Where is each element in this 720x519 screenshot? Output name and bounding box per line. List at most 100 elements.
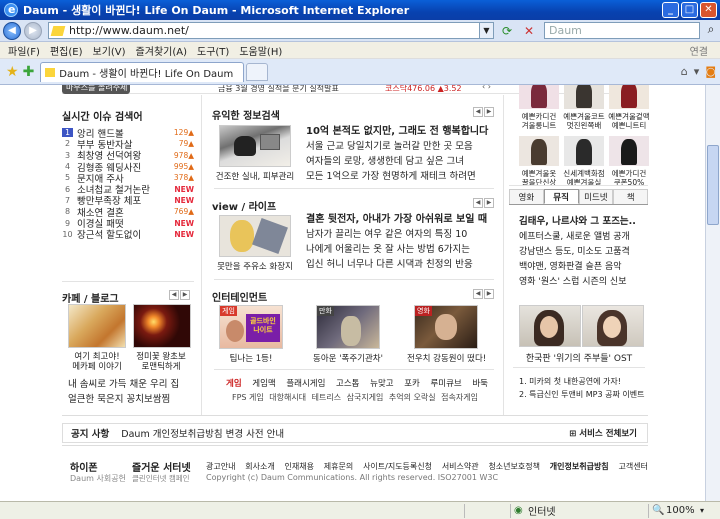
cafe-thumb-candles[interactable] (133, 304, 191, 348)
ent-link[interactable]: 고스톱 (336, 377, 359, 389)
tab-book[interactable]: 책 (613, 189, 648, 204)
footer-link[interactable]: 사이트/지도등록신청 (363, 461, 432, 472)
shop-thumb[interactable] (609, 136, 649, 166)
info-item-1[interactable]: 서울 근교 당일치기로 놀러갈 만한 곳 모음 (306, 139, 492, 154)
cafe-next-button[interactable]: ▶ (180, 290, 190, 300)
ent-thumb-game[interactable]: 게임 골드바인 나이트 (219, 305, 283, 349)
view-caption[interactable]: 못만을 주유소 화장지 (214, 260, 296, 272)
rss-icon[interactable]: ◙ (705, 65, 716, 78)
home-icon[interactable]: ⌂ (681, 65, 688, 78)
cafe-caption-2b[interactable]: 로맨틱하게 (128, 360, 194, 372)
view-thumb[interactable] (219, 215, 291, 257)
close-button[interactable]: ✕ (700, 2, 717, 18)
zoom-dropdown-icon[interactable]: ▾ (700, 506, 704, 515)
shop-caption[interactable]: 꿀을단신상 (516, 177, 562, 188)
view-next-button[interactable]: ▶ (484, 198, 494, 208)
menu-file[interactable]: 파일(F) (8, 43, 40, 58)
tab-daum[interactable]: Daum - 생활이 바뀐다! Life On Daum (40, 61, 245, 82)
ent-sub-link[interactable]: 삼국지게임 (347, 392, 384, 403)
menu-view[interactable]: 보기(V) (93, 43, 126, 58)
cafe-caption-1b[interactable]: 메카페 이야기 (64, 360, 130, 372)
tab-movie[interactable]: 영화 (509, 189, 544, 204)
music-list-2[interactable]: 2. 특급신인 투앤비 MP3 공짜 이벤트 (519, 388, 644, 401)
info-item-3[interactable]: 모든 1억으로 가장 현명하게 재테크 하려면 (306, 169, 492, 184)
ost-caption[interactable]: 한국판 '위기의 주부들' OST (512, 351, 646, 364)
shop-caption[interactable]: 예쁜니트티 (606, 120, 652, 131)
menu-edit[interactable]: 편집(E) (50, 43, 83, 58)
footer-link[interactable]: 인재채용 (285, 461, 314, 472)
music-headline[interactable]: 김태우, 나르샤와 그 포즈는.. (519, 213, 647, 227)
ent-link[interactable]: 게임 (226, 377, 242, 389)
ent-link[interactable]: 게임맥 (252, 377, 275, 389)
zoom-level[interactable]: 100% (666, 505, 695, 516)
cafe-text-2[interactable]: 얼큰한 묵은지 꽁치보쌈찜 (68, 392, 170, 407)
shop-caption[interactable]: 쿠폰50% (606, 177, 652, 188)
menu-help[interactable]: 도움말(H) (239, 43, 282, 58)
footer-brand-2[interactable]: 즐거운 서터넷 (132, 459, 191, 474)
info-thumb[interactable] (219, 125, 291, 167)
music-line-2[interactable]: 강남댄스 등도, 미소도 고품격 (519, 245, 647, 260)
ticker-arrows-icon[interactable]: ‹ › (482, 85, 491, 91)
home-dropdown-icon[interactable]: ▾ (694, 65, 700, 78)
hover-button[interactable]: 마우스를 올려주세요 (62, 85, 130, 104)
music-line-4[interactable]: 영화 '원스' 스럽 시즌의 신보 (519, 275, 647, 290)
info-item-2[interactable]: 여자들의 로망, 생생한데 담고 싶은 그녀 (306, 154, 492, 169)
shop-thumb[interactable] (564, 85, 604, 109)
ent-sub-link[interactable]: 접속자게임 (441, 392, 478, 403)
view-item-1[interactable]: 남자가 끌리는 여우 같은 여자의 특징 10 (306, 227, 492, 242)
issue-keyword[interactable]: 장근석 할도없이 (77, 227, 168, 241)
forward-button[interactable]: ▶ (24, 21, 42, 40)
menu-favorites[interactable]: 즐겨찾기(A) (136, 43, 187, 58)
ent-link[interactable]: 포카 (404, 377, 420, 389)
refresh-icon[interactable]: ⟳ (498, 22, 516, 40)
footer-brand-1[interactable]: 하이폰 (70, 459, 98, 474)
view-item-3[interactable]: 입신 허니 너무나 다른 시댁과 친정의 반응 (306, 257, 492, 272)
ent-link[interactable]: 플래시게임 (286, 377, 325, 389)
ent-link[interactable]: 루미큐브 (430, 377, 461, 389)
shop-caption[interactable]: 겨울롱니트 (516, 120, 562, 131)
zoom-icon[interactable]: 🔍 (652, 505, 664, 516)
maximize-button[interactable]: □ (681, 2, 698, 18)
music-line-1[interactable]: 에프터스쿨, 새로운 앨범 공개 (519, 230, 647, 245)
cafe-text-1[interactable]: 내 솜씨로 가득 채운 우리 집 (68, 377, 179, 392)
tab-music[interactable]: 뮤직 (543, 189, 579, 204)
add-favorites-icon[interactable]: ✚ (23, 64, 35, 80)
footer-link[interactable]: 제휴문의 (324, 461, 353, 472)
shop-thumb[interactable] (564, 136, 604, 166)
view-item-2[interactable]: 나에게 어울리는 옷 잘 사는 방법 6가지는 (306, 242, 492, 257)
info-next-button[interactable]: ▶ (484, 107, 494, 117)
favorites-star-icon[interactable]: ★ (6, 64, 19, 80)
ent-thumb-manhwa[interactable]: 만화 (316, 305, 380, 349)
footer-link[interactable]: 광고안내 (206, 461, 235, 472)
info-headline[interactable]: 10억 본적도 없지만, 그래도 전 행복합니다 (306, 124, 492, 139)
minimize-button[interactable]: _ (662, 2, 679, 18)
footer-link[interactable]: 서비스약관 (442, 461, 479, 472)
service-all-button[interactable]: ⊞ 서비스 전체보기 (569, 427, 637, 439)
ent-sub-link[interactable]: 추억의 오락실 (389, 392, 436, 403)
address-dropdown-button[interactable]: ▼ (480, 22, 494, 39)
music-line-3[interactable]: 백야맨, 영화판결 슬픈 음악 (519, 260, 647, 275)
footer-link[interactable]: 고객센터 (618, 461, 647, 472)
menu-link[interactable]: 연결 (690, 43, 708, 58)
view-prev-button[interactable]: ◀ (473, 198, 483, 208)
ent-caption-1[interactable]: 팁나는 1등! (212, 352, 290, 364)
ent-prev-button[interactable]: ◀ (473, 289, 483, 299)
view-headline[interactable]: 결혼 뒷전자, 아내가 가장 아쉬워로 보일 때 (306, 212, 492, 227)
ent-caption-3[interactable]: 전우치 강동원이 떴다! (407, 352, 486, 364)
cafe-prev-button[interactable]: ◀ (169, 290, 179, 300)
stock-ticker[interactable]: 금융 3월 경영 실적을 분기 실적발표 (218, 85, 339, 94)
notice-text[interactable]: Daum 개인정보취급방침 변경 사전 안내 (121, 426, 284, 440)
scroll-thumb[interactable] (707, 145, 719, 225)
shop-caption[interactable]: 멋진왼쪽배 (561, 120, 607, 131)
search-icon[interactable]: ⌕ (702, 22, 720, 39)
back-button[interactable]: ◀ (3, 21, 21, 40)
search-input[interactable]: Daum (544, 22, 700, 39)
ent-link[interactable]: 뉴맞고 (370, 377, 393, 389)
music-list-1[interactable]: 1. 미카의 첫 내한공연에 가자! (519, 375, 644, 388)
ent-sub-link[interactable]: 대항해시대 (269, 392, 306, 403)
footer-link[interactable]: 회사소개 (245, 461, 274, 472)
ent-thumb-movie[interactable]: 영화 (414, 305, 478, 349)
ent-caption-2[interactable]: 동아운 '폭주기관차' (309, 352, 387, 364)
info-caption[interactable]: 건조한 실내, 피부관리 (214, 170, 296, 182)
address-field[interactable]: http://www.daum.net/ (48, 22, 480, 39)
